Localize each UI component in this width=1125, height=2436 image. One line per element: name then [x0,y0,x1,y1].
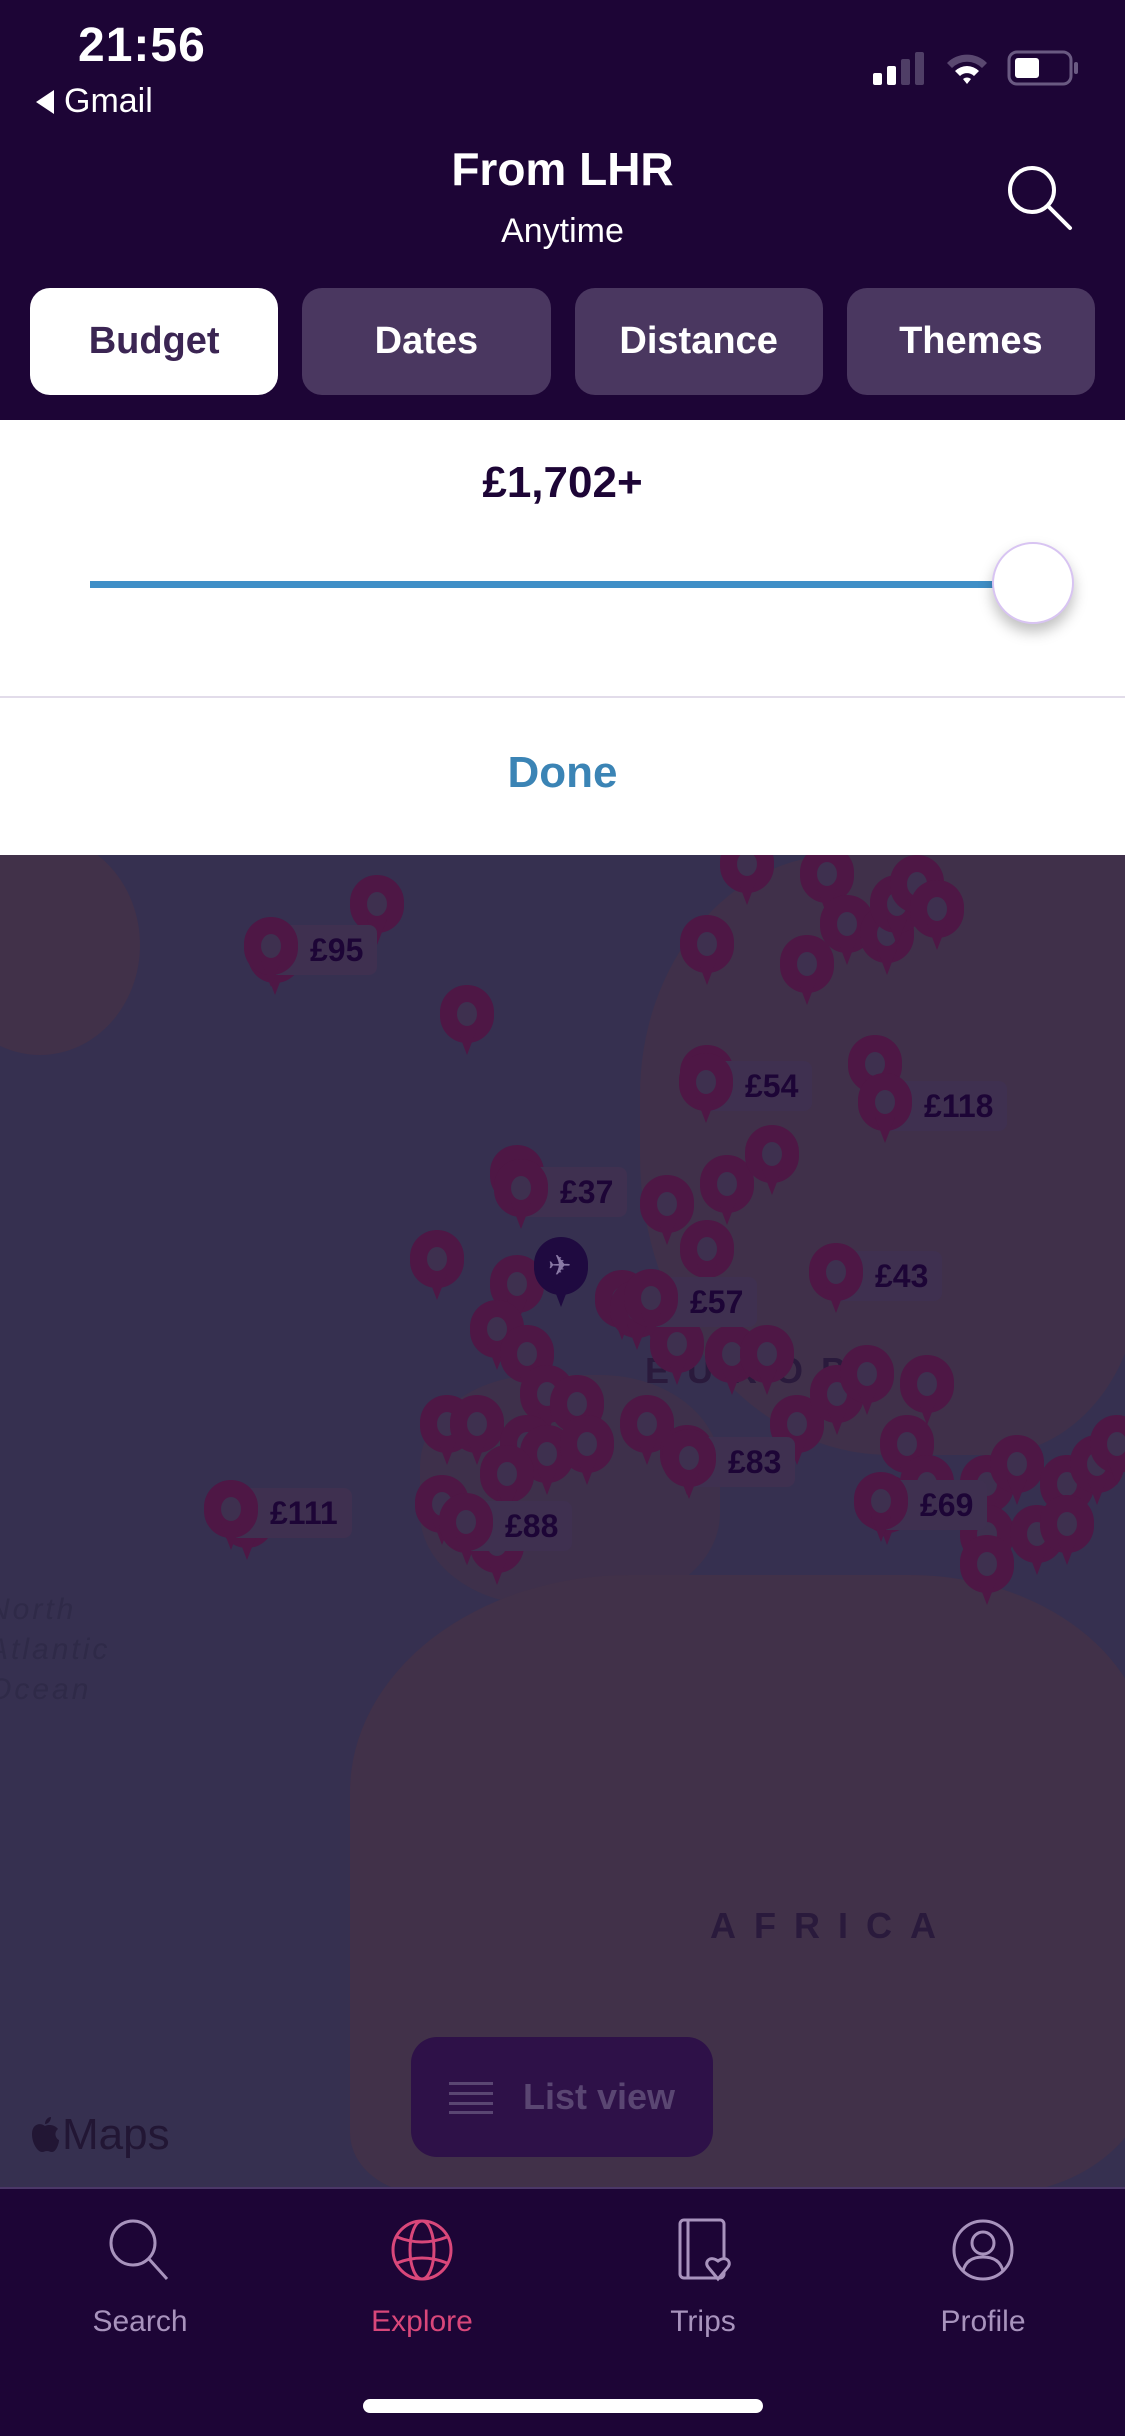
map-pin[interactable] [910,880,964,952]
list-view-button[interactable]: List view [411,2037,713,2157]
tab-budget[interactable]: Budget [30,288,279,395]
tabbar-explore[interactable]: Explore [332,2217,512,2339]
map-pin[interactable] [960,1535,1014,1607]
ocean-label-line: Atlantic [0,1633,111,1666]
list-icon [448,2082,493,2114]
page-title: From LHR [451,143,674,195]
globe-icon [391,2219,453,2281]
home-indicator [363,2399,763,2413]
plane-icon: ✈ [548,1250,572,1281]
map-pin[interactable] [244,917,298,989]
map-pin[interactable] [1090,1415,1125,1487]
tabbar-label: Explore [371,2305,473,2338]
tabbar-label: Search [92,2305,188,2338]
map-pin[interactable] [560,1415,614,1487]
ocean-label: North Atlantic Ocean [0,1590,110,1710]
divider [0,696,1125,698]
wifi-icon [947,54,987,84]
search-button[interactable] [1004,162,1074,232]
tabbar-trips[interactable]: Trips [613,2217,793,2339]
battery-icon [1007,50,1078,86]
map-pin[interactable] [809,1243,863,1315]
budget-slider-track[interactable] [90,581,1035,588]
map-pin[interactable] [679,1053,733,1125]
tabbar-label: Trips [670,2305,736,2338]
notebook-heart-icon [678,2218,731,2282]
map-pin[interactable] [780,935,834,1007]
map-pin[interactable] [662,1429,716,1501]
origin-airport-pin[interactable]: ✈ [534,1237,588,1309]
map-pin[interactable] [494,1159,548,1231]
ocean-label-line: North [0,1593,77,1626]
map-pin[interactable] [439,1493,493,1565]
map-pin[interactable] [840,1345,894,1417]
back-arrow-icon [36,89,54,114]
land-greenland [0,855,140,1055]
map-pin[interactable] [204,1480,258,1552]
map-pin[interactable] [740,1325,794,1397]
search-icon [1008,166,1072,230]
user-circle-icon [952,2219,1014,2281]
tabbar-profile[interactable]: Profile [893,2217,1073,2339]
done-button[interactable]: Done [0,748,1125,798]
map[interactable]: EUROPE AFRICA North Atlantic Ocean ✈ £95… [0,855,1125,2187]
maps-label: Maps [62,2110,170,2159]
search-icon [109,2219,169,2281]
budget-slider-handle[interactable] [992,542,1074,624]
tabbar-search[interactable]: Search [50,2217,230,2339]
ocean-label-line: Ocean [0,1673,92,1706]
apple-logo-icon [32,2117,59,2152]
map-pin[interactable] [854,1472,908,1544]
map-pin[interactable] [990,1435,1044,1507]
map-pin[interactable] [858,1073,912,1145]
budget-value: £1,702+ [482,458,643,507]
map-pin[interactable] [1040,1495,1094,1567]
tab-distance[interactable]: Distance [574,288,823,395]
map-pin[interactable] [440,985,494,1057]
tab-dates[interactable]: Dates [302,288,551,395]
list-view-label: List view [522,2076,676,2117]
filter-tabs: Budget Dates Distance Themes [30,288,1095,395]
status-icons [871,50,1081,86]
region-label-africa: AFRICA [710,1905,954,1946]
map-pin[interactable] [624,1269,678,1341]
map-pin[interactable] [720,855,774,907]
map-pin[interactable] [745,1125,799,1197]
back-to-app-button[interactable]: Gmail [36,82,153,121]
tabbar-label: Profile [940,2305,1026,2338]
page-subtitle[interactable]: Anytime [0,212,1125,251]
status-time: 21:56 [78,19,206,72]
map-pin[interactable] [410,1230,464,1302]
signal-icon [873,52,924,85]
map-pin[interactable] [680,915,734,987]
tab-themes[interactable]: Themes [846,288,1095,395]
apple-maps-attribution[interactable]: Maps [30,2110,170,2160]
back-app-label: Gmail [64,82,153,120]
